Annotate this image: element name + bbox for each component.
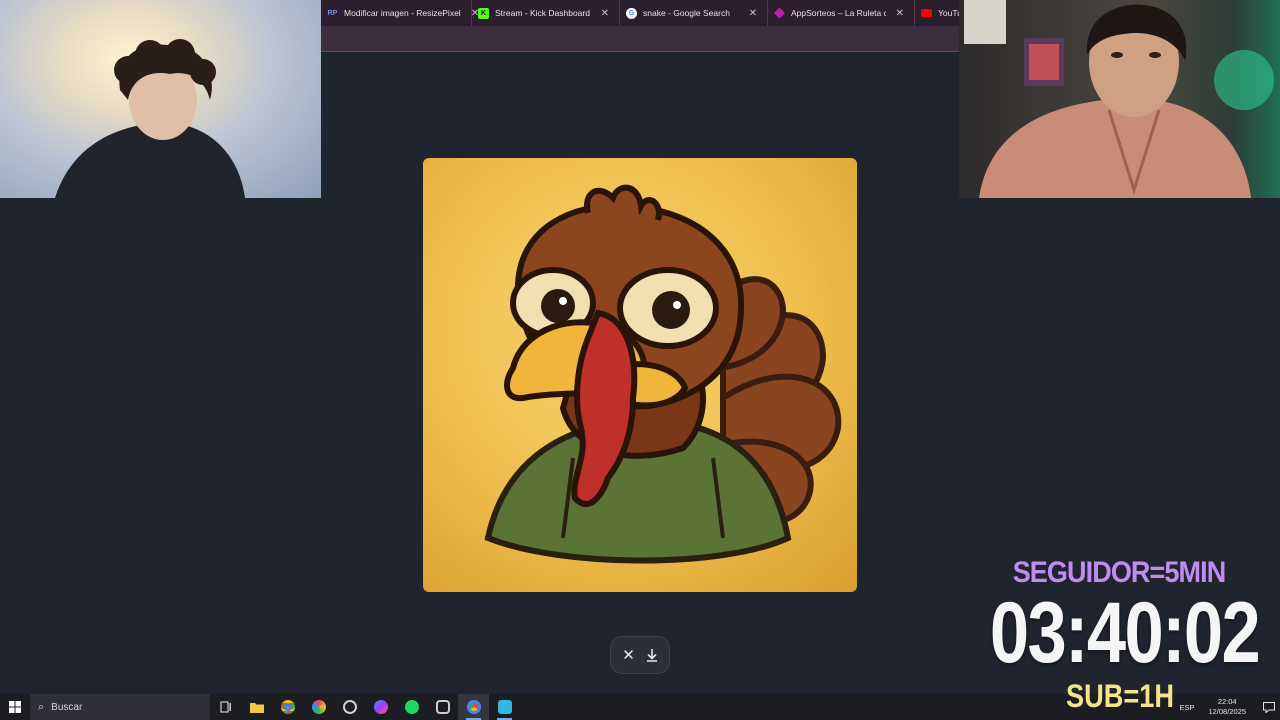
tab-label: Stream - Kick Dashboard: [495, 8, 590, 18]
tab-label: AppSorteos – La Ruleta de la S: [791, 8, 886, 18]
tab-youtube[interactable]: YouTube: [915, 0, 959, 26]
download-icon[interactable]: [641, 644, 663, 666]
tab-label: YouTube: [938, 8, 959, 18]
chrome-icon[interactable]: [272, 694, 303, 720]
close-icon[interactable]: ✕: [739, 8, 757, 19]
search-placeholder: Buscar: [51, 701, 83, 713]
browser-tab-bar: RP Modificar imagen - ResizePixel ✕ K St…: [321, 0, 959, 26]
close-icon[interactable]: ✕: [618, 644, 640, 666]
turkey-illustration: [484, 184, 842, 564]
clock[interactable]: 22:04 12/08/2025: [1208, 697, 1246, 717]
search-icon: ⌕: [38, 700, 45, 713]
taskbar-search[interactable]: ⌕ Buscar: [30, 694, 210, 720]
clock-date: 12/08/2025: [1208, 707, 1246, 716]
streamer-right-figure: [964, 0, 1274, 198]
task-view-icon[interactable]: [210, 694, 241, 720]
subathon-timer: 03:40:02: [989, 585, 1261, 681]
system-tray: ESP 22:04 12/08/2025: [1179, 694, 1280, 720]
chrome-active-icon[interactable]: [458, 694, 489, 720]
streamlabs-icon[interactable]: [427, 694, 458, 720]
obs-icon[interactable]: [334, 694, 365, 720]
tab-resizepixel[interactable]: RP Modificar imagen - ResizePixel ✕: [321, 0, 479, 26]
tab-label: snake - Google Search: [643, 8, 730, 18]
language-indicator[interactable]: ESP: [1179, 703, 1194, 712]
close-icon[interactable]: ✕: [886, 8, 904, 19]
tab-kick-dashboard[interactable]: K Stream - Kick Dashboard ✕: [472, 0, 620, 26]
browser-toolbar: [321, 26, 959, 52]
sub-rule-label: SUB=1H: [1065, 678, 1175, 714]
windows-logo-icon: [9, 701, 21, 713]
youtube-favicon-icon: [921, 9, 932, 17]
preview-image: [423, 158, 857, 592]
app-icon[interactable]: [489, 694, 520, 720]
close-icon[interactable]: ✕: [591, 8, 609, 19]
messenger-icon[interactable]: [365, 694, 396, 720]
clock-time: 22:04: [1217, 697, 1237, 706]
resizepixel-favicon-icon: RP: [327, 9, 338, 17]
tab-google-search[interactable]: G snake - Google Search ✕: [620, 0, 768, 26]
webcam-left: [0, 0, 321, 198]
appsorteos-favicon-icon: [774, 7, 785, 19]
streamer-left-figure: [55, 39, 245, 198]
file-explorer-icon[interactable]: [241, 694, 272, 720]
spotify-icon[interactable]: [396, 694, 427, 720]
tab-label: Modificar imagen - ResizePixel: [344, 8, 461, 18]
google-favicon-icon: G: [626, 7, 637, 19]
tab-appsorteos[interactable]: AppSorteos – La Ruleta de la S ✕: [768, 0, 915, 26]
viewer-controls: ✕: [610, 636, 670, 674]
kick-favicon-icon: K: [478, 7, 489, 19]
start-button[interactable]: [0, 694, 30, 720]
webcam-right: [959, 0, 1280, 198]
notification-icon[interactable]: [1258, 694, 1280, 720]
photos-icon[interactable]: [303, 694, 334, 720]
